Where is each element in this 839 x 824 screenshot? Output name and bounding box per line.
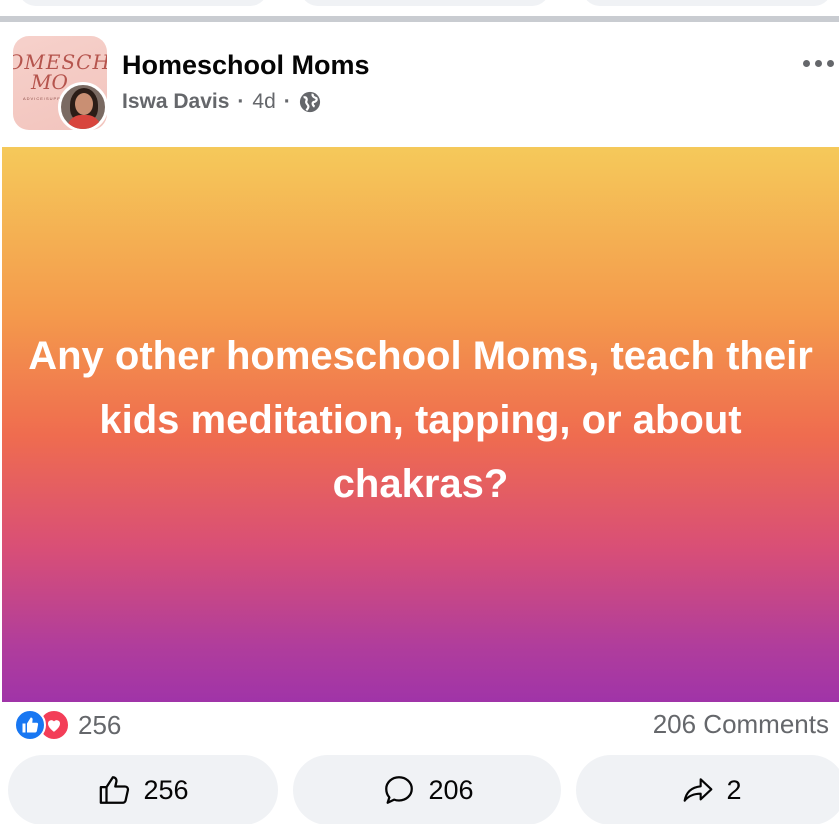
post-meta: Iswa Davis · 4d ·	[122, 90, 321, 114]
share-icon	[684, 778, 713, 802]
post-actions: 256 206 2	[0, 755, 839, 824]
previous-post-actions	[0, 0, 839, 6]
comments-count-link[interactable]: 206 Comments	[653, 709, 829, 740]
meta-separator: ·	[237, 90, 245, 113]
author-name-link[interactable]: Iswa Davis	[122, 90, 229, 114]
previous-action-button[interactable]	[300, 0, 550, 6]
post-background: Any other homeschool Moms, teach their k…	[2, 147, 839, 702]
like-button[interactable]: 256	[8, 755, 278, 824]
author-avatar[interactable]	[58, 82, 108, 132]
post-header: OMESCHOO MO ADVICE/SUPP Homeschool Moms …	[0, 22, 839, 147]
post-text: Any other homeschool Moms, teach their k…	[28, 333, 813, 506]
group-name-link[interactable]: Homeschool Moms	[122, 50, 370, 81]
like-icon	[14, 709, 46, 741]
previous-action-button[interactable]	[18, 0, 268, 6]
avatar-body	[67, 115, 101, 129]
like-button-count: 256	[143, 774, 189, 805]
more-options-icon[interactable]	[803, 56, 839, 70]
comment-icon	[385, 776, 414, 804]
globe-icon	[299, 91, 320, 113]
meta-separator: ·	[283, 90, 291, 113]
comment-button-count: 206	[428, 774, 474, 805]
comment-button[interactable]: 206	[293, 755, 561, 824]
reaction-count: 256	[78, 709, 122, 740]
share-button-count: 2	[726, 774, 742, 805]
post-timestamp[interactable]: 4d	[252, 90, 275, 114]
reactions-summary[interactable]: 256	[14, 705, 121, 745]
group-logo-subtext: ADVICE/SUPP	[23, 96, 61, 101]
avatar-face	[75, 93, 93, 115]
group-logo-text-2: MO	[31, 70, 68, 94]
share-button[interactable]: 2	[576, 755, 839, 824]
thumbs-up-icon	[100, 776, 130, 804]
previous-action-button[interactable]	[582, 0, 832, 6]
